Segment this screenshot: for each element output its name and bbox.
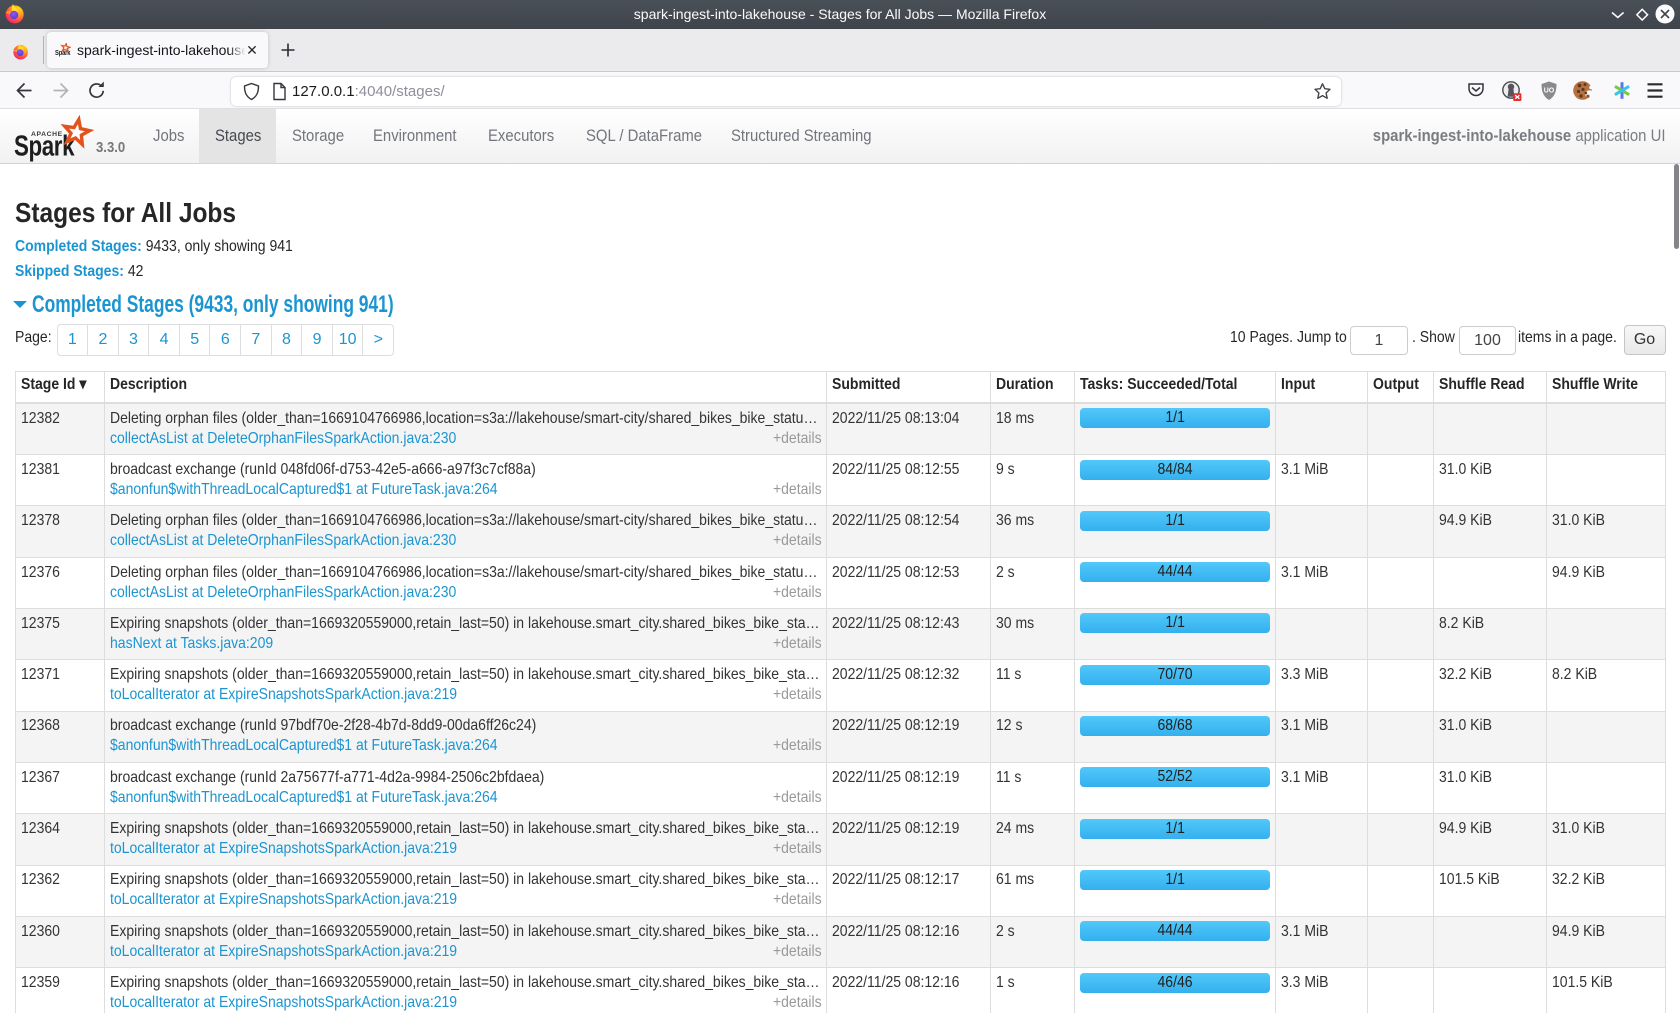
svg-text:UO: UO	[1544, 88, 1555, 95]
